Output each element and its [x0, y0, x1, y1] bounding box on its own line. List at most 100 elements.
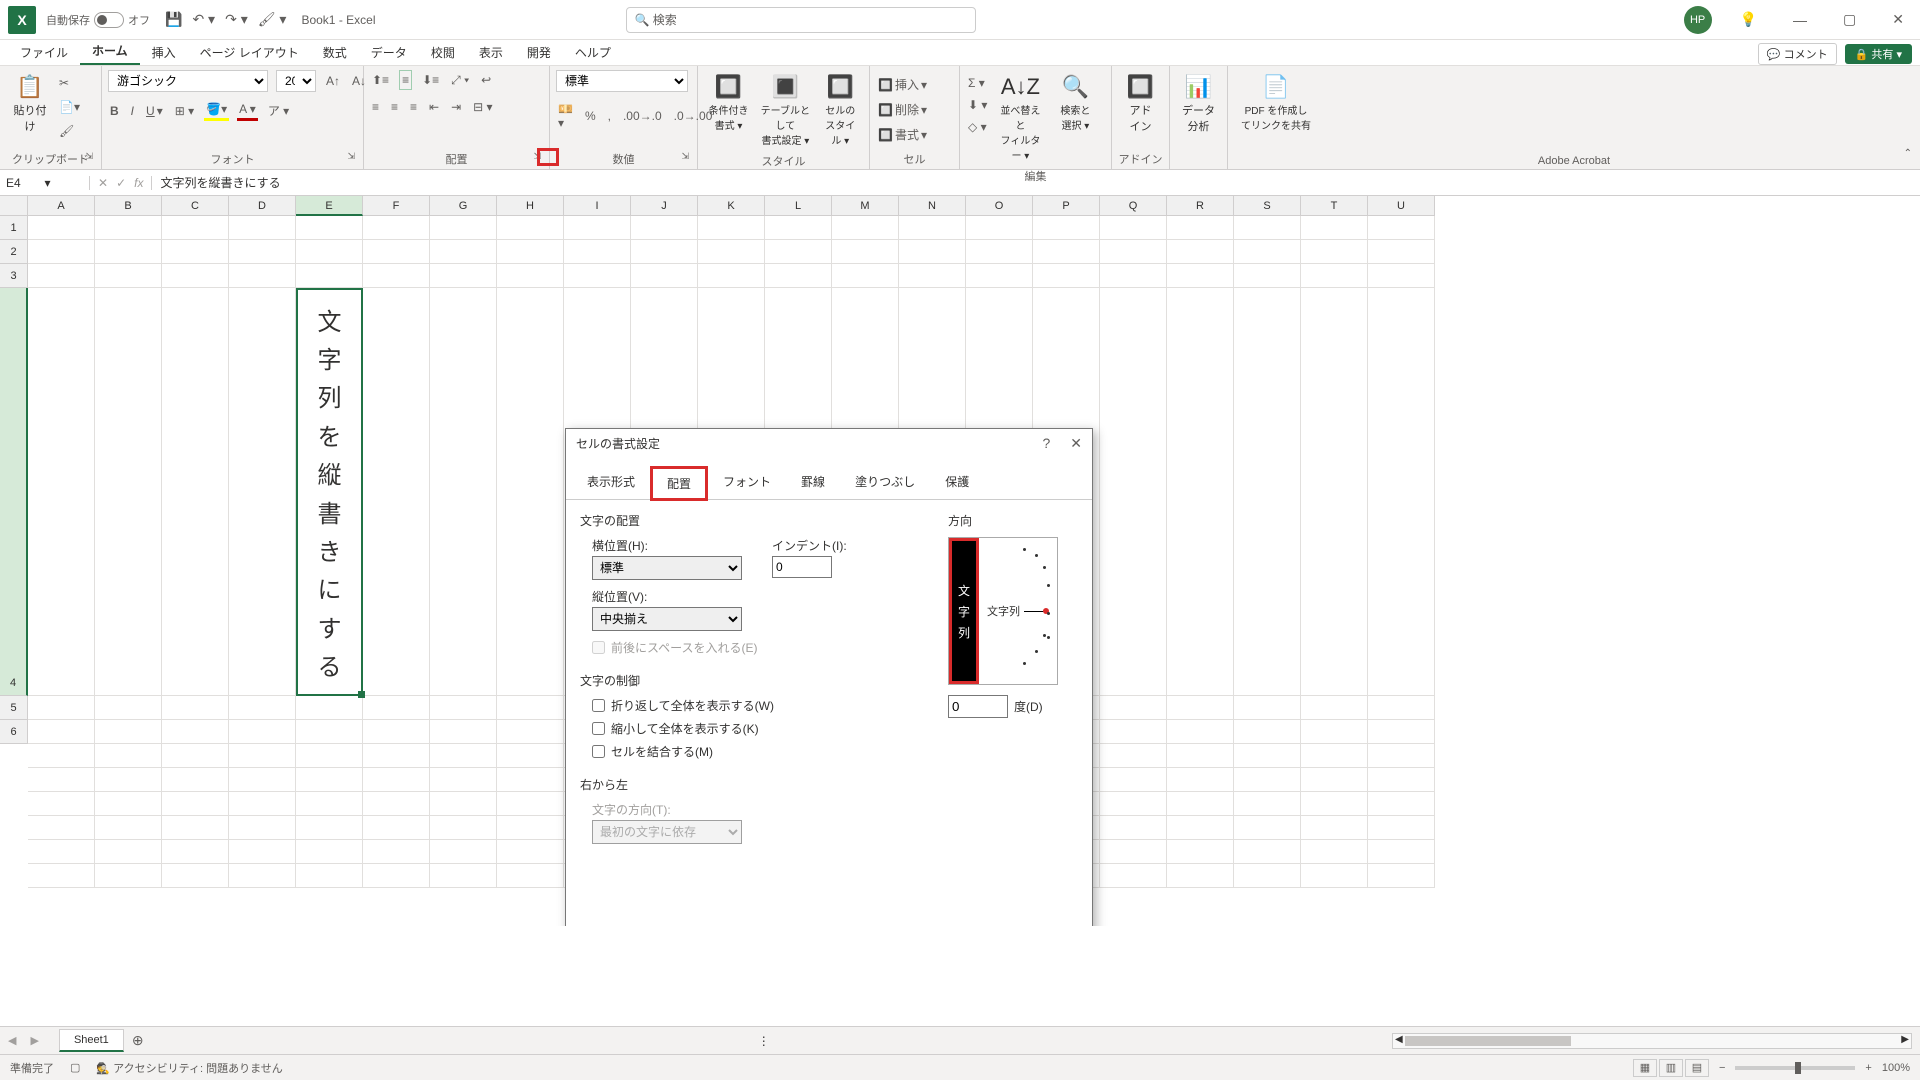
cell[interactable]	[363, 216, 430, 240]
data-analysis-button[interactable]: 📊データ 分析	[1176, 70, 1221, 138]
cell[interactable]	[296, 696, 363, 720]
font-name-select[interactable]: 游ゴシック	[108, 70, 268, 92]
cell[interactable]	[497, 840, 564, 864]
cell[interactable]	[1167, 720, 1234, 744]
cell[interactable]	[497, 864, 564, 888]
cell[interactable]	[28, 768, 95, 792]
col-header-P[interactable]: P	[1033, 196, 1100, 216]
vertical-select[interactable]: 中央揃え	[592, 607, 742, 631]
cell[interactable]	[497, 216, 564, 240]
cell[interactable]	[1234, 720, 1301, 744]
cell[interactable]	[430, 240, 497, 264]
normal-view-icon[interactable]: ▦	[1633, 1059, 1657, 1077]
cell[interactable]	[1167, 288, 1234, 696]
conditional-format-button[interactable]: 🔲条件付き 書式 ▾	[704, 70, 753, 136]
format-cells-button[interactable]: 🔲 書式 ▾	[876, 124, 953, 145]
col-header-S[interactable]: S	[1234, 196, 1301, 216]
number-format-select[interactable]: 標準	[556, 70, 688, 92]
cell[interactable]	[1234, 288, 1301, 696]
cell[interactable]	[497, 744, 564, 768]
cell[interactable]	[1234, 240, 1301, 264]
cell[interactable]	[296, 792, 363, 816]
cut-icon[interactable]: ✂	[57, 74, 82, 92]
cell[interactable]	[363, 744, 430, 768]
cell[interactable]	[296, 816, 363, 840]
font-size-select[interactable]: 20	[276, 70, 316, 92]
col-header-F[interactable]: F	[363, 196, 430, 216]
find-select-button[interactable]: 🔍検索と 選択 ▾	[1051, 70, 1099, 136]
cell[interactable]	[564, 216, 631, 240]
cell[interactable]	[229, 792, 296, 816]
cell[interactable]	[430, 264, 497, 288]
clear-button[interactable]: ◇ ▾	[966, 118, 989, 136]
cell[interactable]	[229, 288, 296, 696]
cell[interactable]	[1368, 216, 1435, 240]
cell[interactable]	[1100, 744, 1167, 768]
cell[interactable]	[1100, 840, 1167, 864]
cell[interactable]	[1301, 288, 1368, 696]
addins-button[interactable]: 🔲アド イン	[1118, 70, 1163, 138]
cell[interactable]	[28, 840, 95, 864]
cell[interactable]	[1100, 240, 1167, 264]
select-all-cell[interactable]	[0, 196, 28, 216]
cell[interactable]	[1234, 264, 1301, 288]
tab-home[interactable]: ホーム	[80, 38, 140, 65]
row-header-3[interactable]: 3	[0, 264, 28, 288]
cell[interactable]	[1100, 216, 1167, 240]
cell[interactable]	[1368, 840, 1435, 864]
cell[interactable]	[95, 768, 162, 792]
wrap-text-icon[interactable]: ↩	[479, 70, 493, 90]
cell[interactable]	[95, 840, 162, 864]
cell[interactable]	[229, 216, 296, 240]
cell[interactable]	[1100, 696, 1167, 720]
sheet-next-icon[interactable]: ▶	[30, 1034, 38, 1047]
cell[interactable]	[832, 240, 899, 264]
cell[interactable]	[28, 288, 95, 696]
cell[interactable]	[765, 264, 832, 288]
comment-button[interactable]: 💬 コメント	[1758, 43, 1837, 65]
tab-review[interactable]: 校閲	[419, 40, 467, 65]
zoom-out-icon[interactable]: −	[1719, 1062, 1725, 1074]
cell[interactable]	[1368, 792, 1435, 816]
cell[interactable]	[1100, 768, 1167, 792]
cell[interactable]	[1368, 240, 1435, 264]
dialog-tab-fill[interactable]: 塗りつぶし	[840, 466, 930, 499]
cell[interactable]	[1368, 264, 1435, 288]
cell[interactable]	[95, 264, 162, 288]
dialog-tab-font[interactable]: フォント	[708, 466, 786, 499]
cell[interactable]	[229, 264, 296, 288]
cell[interactable]	[95, 216, 162, 240]
cell[interactable]	[497, 792, 564, 816]
cell[interactable]	[497, 720, 564, 744]
help-icon[interactable]: ?	[1042, 435, 1050, 452]
cell[interactable]	[1301, 696, 1368, 720]
phonetic-button[interactable]: ア ▾	[266, 100, 291, 121]
alignment-launcher-highlight[interactable]	[537, 148, 559, 166]
cell[interactable]	[28, 264, 95, 288]
cell[interactable]	[162, 864, 229, 888]
cell[interactable]	[1234, 792, 1301, 816]
tab-data[interactable]: データ	[359, 40, 419, 65]
col-header-T[interactable]: T	[1301, 196, 1368, 216]
col-header-I[interactable]: I	[564, 196, 631, 216]
cell[interactable]	[765, 216, 832, 240]
cell[interactable]	[966, 240, 1033, 264]
cell[interactable]	[162, 720, 229, 744]
horizontal-scrollbar[interactable]: ◀ ▶	[1392, 1033, 1912, 1049]
cell[interactable]	[363, 840, 430, 864]
user-avatar[interactable]: HP	[1684, 6, 1712, 34]
cell[interactable]	[229, 864, 296, 888]
autosave-toggle[interactable]: 自動保存 オフ	[46, 12, 150, 28]
font-color-button[interactable]: A ▾	[237, 100, 258, 121]
cell[interactable]	[1301, 216, 1368, 240]
cell[interactable]	[296, 744, 363, 768]
cell[interactable]	[95, 720, 162, 744]
col-header-L[interactable]: L	[765, 196, 832, 216]
cell[interactable]	[1033, 240, 1100, 264]
cell[interactable]	[229, 720, 296, 744]
fill-color-button[interactable]: 🪣▾	[204, 100, 229, 121]
cell[interactable]	[430, 216, 497, 240]
cell[interactable]	[28, 792, 95, 816]
currency-icon[interactable]: 💴▾	[556, 100, 575, 132]
horizontal-select[interactable]: 標準	[592, 556, 742, 580]
